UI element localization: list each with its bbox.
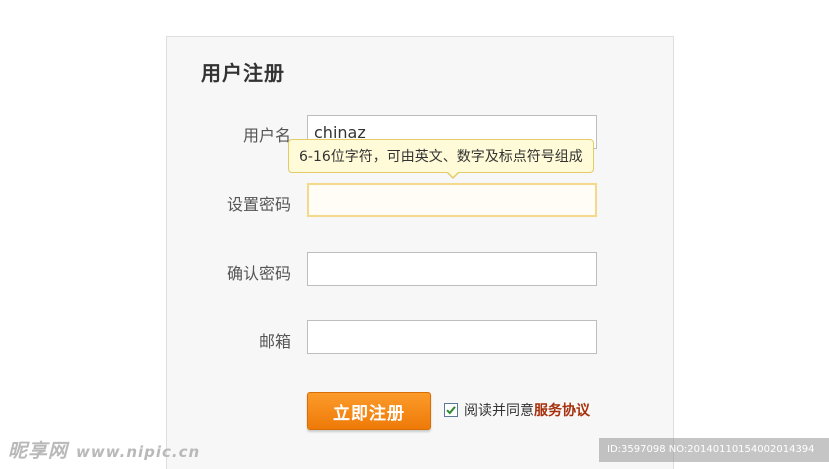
watermark-id-strip: ID:3597098 NO:20140110154002014394 <box>599 438 829 462</box>
password-label: 设置密码 <box>226 195 291 214</box>
page: 用户注册 用户名 6-16位字符，可由英文、数字及标点符号组成 设置密码 确认密… <box>0 0 829 469</box>
watermark-brand: 昵享网 <box>8 440 69 462</box>
watermark-logo: 昵享网 www.nipic.cn <box>8 436 200 463</box>
confirm-password-label: 确认密码 <box>226 264 291 283</box>
terms-of-service-link[interactable]: 服务协议 <box>534 400 590 420</box>
password-hint-text: 6-16位字符，可由英文、数字及标点符号组成 <box>299 149 583 165</box>
register-panel: 用户注册 用户名 6-16位字符，可由英文、数字及标点符号组成 设置密码 确认密… <box>166 36 674 469</box>
checkmark-icon <box>446 406 456 415</box>
form-title: 用户注册 <box>201 61 285 85</box>
agreement-text: 阅读并同意 <box>464 403 534 419</box>
agreement-row: 阅读并同意 服务协议 <box>444 400 590 420</box>
email-label: 邮箱 <box>258 332 291 351</box>
watermark-url: www.nipic.cn <box>76 443 201 461</box>
password-input[interactable] <box>307 183 597 217</box>
username-label: 用户名 <box>242 126 291 145</box>
email-input[interactable] <box>307 320 597 354</box>
password-hint-tooltip: 6-16位字符，可由英文、数字及标点符号组成 <box>288 139 594 179</box>
agreement-checkbox[interactable] <box>444 403 458 417</box>
register-button[interactable]: 立即注册 <box>307 392 431 430</box>
tooltip-arrow-icon <box>446 171 460 179</box>
confirm-password-input[interactable] <box>307 252 597 286</box>
